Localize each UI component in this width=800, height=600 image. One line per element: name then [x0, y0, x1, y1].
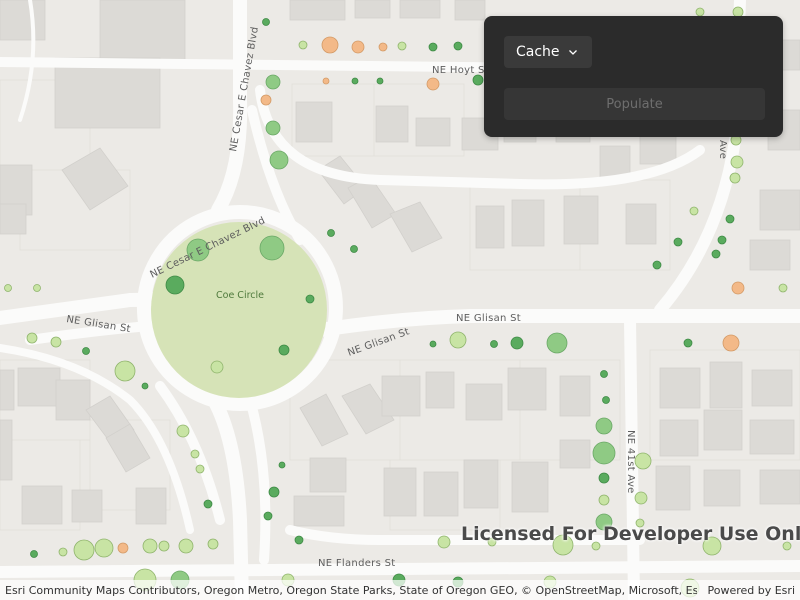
label-coe-circle: Coe Circle — [216, 290, 264, 301]
road-flanders — [0, 560, 800, 578]
powered-by-esri[interactable]: Powered by Esri — [707, 584, 795, 597]
label-ne-glisan-east: NE Glisan St — [456, 313, 521, 324]
attribution-text[interactable]: Esri Community Maps Contributors, Oregon… — [5, 584, 697, 597]
label-ne-41st-ave: NE 41st Ave — [625, 430, 636, 494]
populate-button[interactable]: Populate — [504, 88, 765, 120]
control-panel: Cache Populate — [484, 16, 783, 137]
developer-license-watermark: Licensed For Developer Use Only — [461, 523, 800, 545]
label-ave-top: Ave — [717, 140, 728, 159]
chevron-down-icon — [569, 50, 577, 55]
cache-mode-dropdown[interactable]: Cache — [504, 36, 592, 68]
label-ne-hoyt-st: NE Hoyt St — [432, 65, 489, 76]
attribution-bar: Esri Community Maps Contributors, Oregon… — [0, 580, 800, 600]
coe-circle-park — [151, 222, 327, 398]
label-ne-flanders-st: NE Flanders St — [318, 558, 395, 569]
dropdown-selected-value: Cache — [516, 44, 560, 60]
